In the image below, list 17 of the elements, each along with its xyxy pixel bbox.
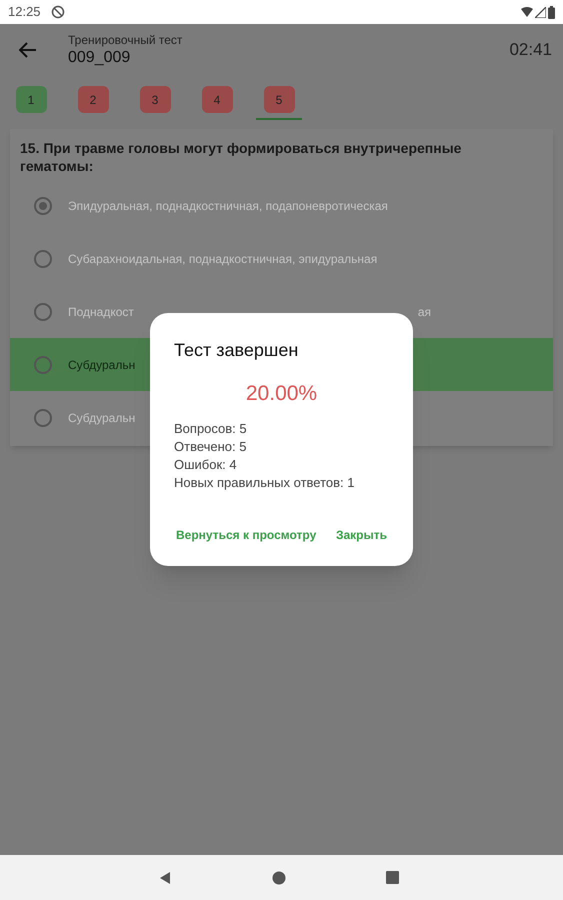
option-text: ая bbox=[418, 304, 431, 320]
option-text: Субдуральн bbox=[68, 356, 136, 374]
dialog-title: Тест завершен bbox=[174, 339, 300, 362]
stat-line: Новых правильных ответов: 1 bbox=[174, 474, 356, 492]
test-title: 009_009 bbox=[68, 48, 132, 68]
timer: 02:41 bbox=[509, 39, 552, 62]
stat-line: Ошибок: 4 bbox=[174, 456, 238, 474]
stat-line: Вопросов: 5 bbox=[174, 420, 248, 438]
stat-line: Отвечено: 5 bbox=[174, 438, 248, 456]
question-text: 15. При травме головы могут формироваться внутричерепные гематомы: bbox=[19, 139, 462, 175]
option-text: Субарахноидальная, поднадкостничная, эпидуральная bbox=[68, 250, 378, 268]
option-text: Поднадкост bbox=[68, 304, 134, 320]
option-text: Субдуральн bbox=[68, 410, 136, 426]
test-subtitle: Тренировочный тест bbox=[68, 32, 182, 48]
clock-time: 12:25 bbox=[8, 3, 41, 22]
score-percent: 20.00% bbox=[246, 381, 318, 407]
option-text: Эпидуральная, поднадкостничная, подапоневротическая bbox=[68, 198, 388, 214]
